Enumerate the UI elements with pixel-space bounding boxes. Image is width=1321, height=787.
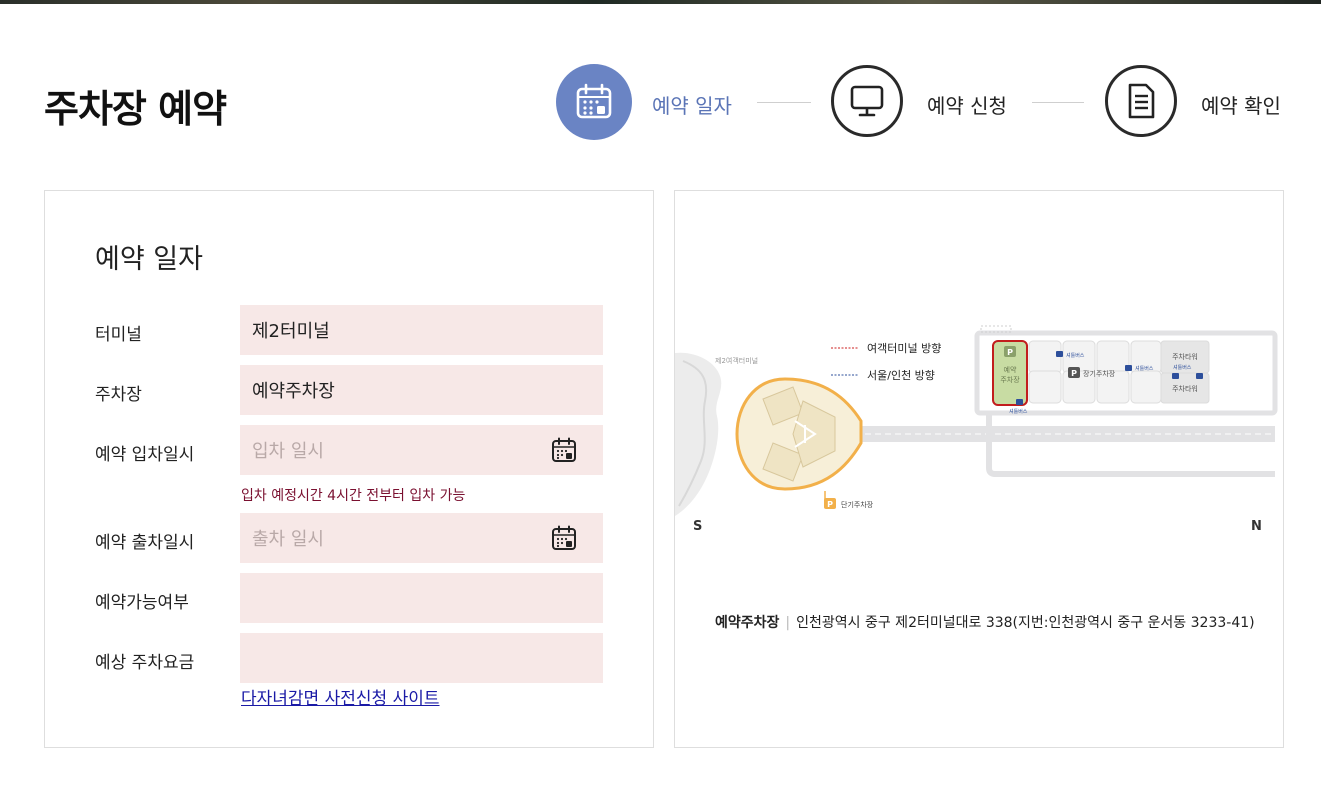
address-separator: | bbox=[785, 615, 791, 631]
fee-field bbox=[240, 633, 603, 683]
form-title: 예약 일자 bbox=[95, 244, 203, 275]
map-p-letter: P bbox=[827, 500, 833, 509]
parking-value: 예약주차장 bbox=[252, 381, 335, 402]
map-p-letter: P bbox=[1071, 369, 1077, 378]
map-south-label: S bbox=[693, 519, 702, 534]
step-2-circle bbox=[831, 65, 903, 137]
entry-datetime-label: 예약 입차일시 bbox=[95, 445, 195, 465]
entry-datetime-placeholder: 입차 일시 bbox=[252, 441, 324, 462]
document-icon bbox=[1128, 83, 1155, 119]
step-3-circle bbox=[1105, 65, 1177, 137]
map-p-letter: P bbox=[1007, 348, 1013, 357]
terminal-label: 터미널 bbox=[95, 325, 142, 345]
map-bus-label: 셔틀버스 bbox=[1009, 408, 1028, 415]
terminal-building bbox=[675, 352, 722, 516]
step-1-circle bbox=[556, 64, 632, 140]
page-title: 주차장 예약 bbox=[44, 87, 227, 131]
loop-road bbox=[986, 411, 1275, 477]
calendar-icon[interactable] bbox=[551, 525, 577, 551]
availability-field bbox=[240, 573, 603, 623]
entry-hint-text: 입차 예정시간 4시간 전부터 입차 가능 bbox=[241, 488, 466, 504]
map-reserve-lot-line2: 주차장 bbox=[1000, 375, 1020, 384]
multi-child-discount-link[interactable]: 다자녀감면 사전신청 사이트 bbox=[241, 684, 440, 709]
map-reserve-lot-line1: 예약 bbox=[1004, 365, 1017, 374]
map-long-term-label: 장기주차장 bbox=[1083, 369, 1116, 378]
step-connector bbox=[757, 102, 811, 103]
parking-map: P 예약 주차장 P 장기주차장 주차타워 주차타워 셔틀버스 셔틀버스 셔틀버… bbox=[675, 325, 1278, 534]
map-terminal-label: 제2여객터미널 bbox=[715, 356, 758, 365]
map-tower-top-label: 주차타워 bbox=[1172, 352, 1198, 361]
map-bus-label: 셔틀버스 bbox=[1135, 365, 1154, 372]
map-tower-bottom-label: 주차타워 bbox=[1172, 384, 1198, 393]
parking-address: 예약주차장 | 인천광역시 중구 제2터미널대로 338(지번:인천광역시 중구 운… bbox=[715, 612, 1255, 632]
parking-label: 주차장 bbox=[95, 385, 142, 405]
legend-terminal-text: 여객터미널 방향 bbox=[867, 342, 941, 355]
step-indicator: 예약 일자 예약 신청 예약 확인 bbox=[556, 64, 1286, 140]
exit-datetime-label: 예약 출차일시 bbox=[95, 533, 195, 553]
step-2-label: 예약 신청 bbox=[927, 94, 1007, 118]
map-panel: P 예약 주차장 P 장기주차장 주차타워 주차타워 셔틀버스 셔틀버스 셔틀버… bbox=[674, 190, 1284, 748]
map-bus-label: 셔틀버스 bbox=[1066, 352, 1085, 359]
entry-datetime-input[interactable]: 입차 일시 bbox=[240, 425, 603, 475]
exit-datetime-placeholder: 출차 일시 bbox=[252, 529, 324, 550]
address-name: 예약주차장 bbox=[715, 615, 780, 631]
parking-select[interactable]: 예약주차장 bbox=[240, 365, 603, 415]
availability-label: 예약가능여부 bbox=[95, 593, 189, 613]
top-banner-strip bbox=[0, 0, 1321, 4]
monitor-icon bbox=[850, 85, 884, 117]
reservation-form-panel: 예약 일자 터미널 제2터미널 주차장 예약주차장 예약 입차일시 입차 일시 … bbox=[44, 190, 654, 748]
terminal-value: 제2터미널 bbox=[252, 321, 330, 342]
step-connector bbox=[1032, 102, 1084, 103]
calendar-icon[interactable] bbox=[551, 437, 577, 463]
step-3-label: 예약 확인 bbox=[1201, 94, 1281, 118]
exit-datetime-input[interactable]: 출차 일시 bbox=[240, 513, 603, 563]
calendar-icon bbox=[576, 83, 612, 119]
step-1-label: 예약 일자 bbox=[652, 94, 732, 118]
address-text: 인천광역시 중구 제2터미널대로 338(지번:인천광역시 중구 운서동 323… bbox=[796, 615, 1255, 631]
legend-seoul-text: 서울/인천 방향 bbox=[867, 368, 935, 382]
map-short-term-label: 단기주차장 bbox=[841, 500, 874, 509]
map-bus-label: 셔틀버스 bbox=[1173, 364, 1192, 371]
terminal-select[interactable]: 제2터미널 bbox=[240, 305, 603, 355]
long-term-lot bbox=[1028, 340, 1210, 404]
fee-label: 예상 주차요금 bbox=[95, 653, 195, 673]
map-north-label: N bbox=[1251, 519, 1262, 534]
